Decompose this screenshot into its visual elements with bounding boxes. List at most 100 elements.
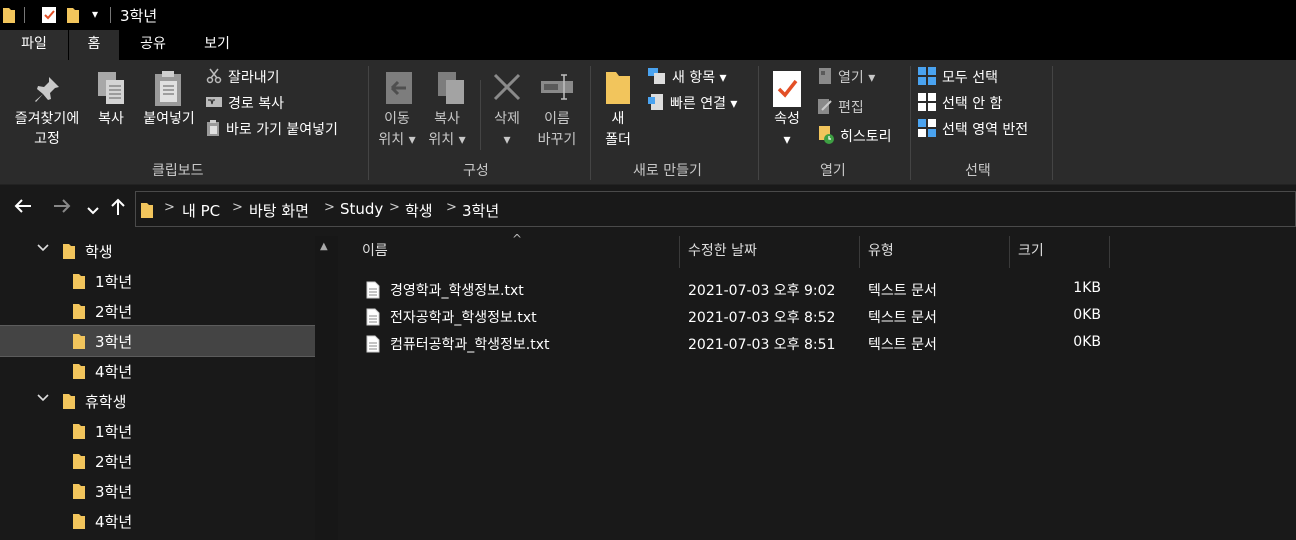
new-folder-label-line1: 새 (611, 111, 625, 127)
nav-tree-item[interactable]: 3학년 (0, 476, 315, 506)
paste-shortcut-icon (206, 120, 220, 140)
history-button[interactable]: 히스토리 (818, 126, 892, 148)
file-name: 전자공학과_학생정보.txt (390, 310, 537, 326)
up-arrow-icon[interactable] (110, 198, 126, 221)
separator (24, 7, 25, 23)
edit-button[interactable]: 편집 (818, 97, 864, 118)
tab-share[interactable]: 공유 (122, 30, 184, 60)
delete-label: 삭제 (494, 111, 520, 127)
customize-qat-dropdown-icon[interactable]: ▾ (92, 7, 98, 21)
new-folder-label-line2: 폴더 (605, 132, 631, 148)
nav-tree-item[interactable]: 3학년 (0, 325, 316, 357)
select-all-label: 모두 선택 (942, 70, 998, 86)
navigation-pane: 학생 1학년 2학년 3학년 4학년 휴학생 1학년 2학년 3학년 4학년 (0, 236, 338, 540)
tab-file[interactable]: 파일 (0, 30, 68, 60)
copy-icon (96, 70, 128, 112)
column-header-size[interactable]: 크기 (1010, 236, 1110, 268)
pin-label-line1: 즐겨찾기에 (14, 111, 80, 127)
file-row[interactable]: 경영학과_학생정보.txt 2021-07-03 오후 9:02 텍스트 문서 1KB (338, 277, 1296, 304)
group-divider (590, 66, 591, 180)
folder-icon (72, 363, 86, 384)
file-size: 0KB (1073, 307, 1101, 323)
open-label: 열기 (838, 70, 864, 86)
new-folder-icon[interactable] (66, 6, 80, 28)
column-header-type[interactable]: 유형 (860, 236, 1010, 268)
properties-icon[interactable] (40, 6, 58, 28)
easy-access-button[interactable]: 빠른 연결 ▾ (648, 93, 737, 114)
group-divider (910, 66, 911, 180)
breadcrumb-chevron-icon[interactable]: > (324, 200, 335, 215)
new-item-button[interactable]: 새 항목 ▾ (648, 67, 727, 88)
tab-home[interactable]: 홈 (69, 30, 119, 60)
nav-tree-item[interactable]: 4학년 (0, 356, 315, 386)
nav-tree-item[interactable]: 1학년 (0, 266, 315, 296)
copy-path-label: 경로 복사 (228, 96, 284, 112)
text-file-icon (366, 308, 380, 330)
rename-icon (540, 72, 574, 106)
edit-label: 편집 (838, 100, 864, 116)
recent-locations-chevron-icon[interactable] (87, 200, 99, 221)
file-size: 0KB (1073, 334, 1101, 350)
address-bar[interactable]: > 내 PC > 바탕 화면 > Study > 학생 > 3학년 (135, 191, 1296, 227)
select-none-label: 선택 안 함 (942, 96, 1003, 112)
history-label: 히스토리 (840, 129, 892, 145)
breadcrumb-chevron-icon[interactable]: > (389, 200, 400, 215)
rename-label-line1: 이름 (544, 111, 570, 127)
breadcrumb-this-pc[interactable]: 내 PC (182, 200, 220, 221)
breadcrumb-desktop[interactable]: 바탕 화면 (249, 200, 309, 221)
nav-tree-item[interactable]: 2학년 (0, 296, 315, 326)
tab-view[interactable]: 보기 (186, 30, 248, 60)
navigation-pane-scrollbar[interactable] (315, 236, 338, 540)
breadcrumb-chevron-icon[interactable]: > (232, 200, 243, 215)
breadcrumb-study[interactable]: Study (340, 200, 383, 218)
delete-dropdown-icon: ▾ (503, 132, 511, 148)
new-item-icon (648, 68, 666, 88)
invert-selection-button[interactable]: 선택 영역 반전 (918, 119, 1028, 141)
breadcrumb-chevron-icon[interactable]: > (446, 200, 457, 215)
open-icon (818, 68, 832, 88)
group-divider (368, 66, 369, 180)
nav-tree-item[interactable]: 4학년 (0, 506, 315, 536)
forward-arrow-icon[interactable] (53, 198, 71, 219)
expand-chevron-icon[interactable] (37, 242, 49, 256)
cut-label: 잘라내기 (228, 70, 280, 86)
file-type: 텍스트 문서 (868, 283, 937, 299)
back-arrow-icon[interactable] (14, 198, 32, 219)
pin-icon (32, 74, 62, 108)
breadcrumb-student[interactable]: 학생 (405, 200, 433, 221)
select-none-button[interactable]: 선택 안 함 (918, 93, 1002, 115)
text-file-icon (366, 281, 380, 303)
folder-icon (72, 483, 86, 504)
folder-icon (140, 201, 154, 223)
scroll-up-icon[interactable]: ▲ (320, 241, 328, 252)
breadcrumb-grade3[interactable]: 3학년 (462, 200, 499, 221)
ribbon: 즐겨찾기에 고정 복사 붙여넣기 잘라내기 경로 복사 바로 가기 붙여넣기 클… (0, 60, 1296, 185)
group-label-open: 열기 (820, 163, 846, 179)
select-all-button[interactable]: 모두 선택 (918, 67, 998, 89)
copy-path-button[interactable]: 경로 복사 (206, 93, 284, 113)
group-divider (758, 66, 759, 180)
rename-label-line2: 바꾸기 (537, 132, 577, 148)
file-modified: 2021-07-03 오후 8:52 (688, 310, 836, 326)
select-none-icon (918, 93, 936, 115)
file-row[interactable]: 전자공학과_학생정보.txt 2021-07-03 오후 8:52 텍스트 문서 0K… (338, 304, 1296, 331)
copy-label: 복사 (98, 111, 124, 127)
nav-tree-item[interactable]: 1학년 (0, 416, 315, 446)
nav-tree-label: 휴학생 (85, 393, 127, 411)
subgroup-divider (480, 80, 481, 150)
history-icon (818, 126, 834, 148)
open-button[interactable]: 열기 ▾ (818, 67, 875, 88)
nav-tree-item[interactable]: 2학년 (0, 446, 315, 476)
folder-icon (72, 303, 86, 324)
expand-chevron-icon[interactable] (37, 392, 49, 406)
paste-shortcut-button[interactable]: 바로 가기 붙여넣기 (206, 119, 338, 140)
title-bar: ▾ 3학년 (0, 0, 1296, 30)
column-header-modified[interactable]: 수정한 날짜 (680, 236, 860, 268)
breadcrumb-chevron-icon[interactable]: > (164, 200, 175, 215)
group-label-new: 새로 만들기 (633, 163, 702, 179)
nav-tree-item[interactable]: 휴학생 (0, 386, 315, 416)
nav-tree-label: 학생 (85, 243, 113, 261)
nav-tree-item[interactable]: 학생 (0, 236, 315, 266)
file-row[interactable]: 컴퓨터공학과_학생정보.txt 2021-07-03 오후 8:51 텍스트 문서 0… (338, 331, 1296, 358)
cut-button[interactable]: 잘라내기 (206, 67, 280, 88)
